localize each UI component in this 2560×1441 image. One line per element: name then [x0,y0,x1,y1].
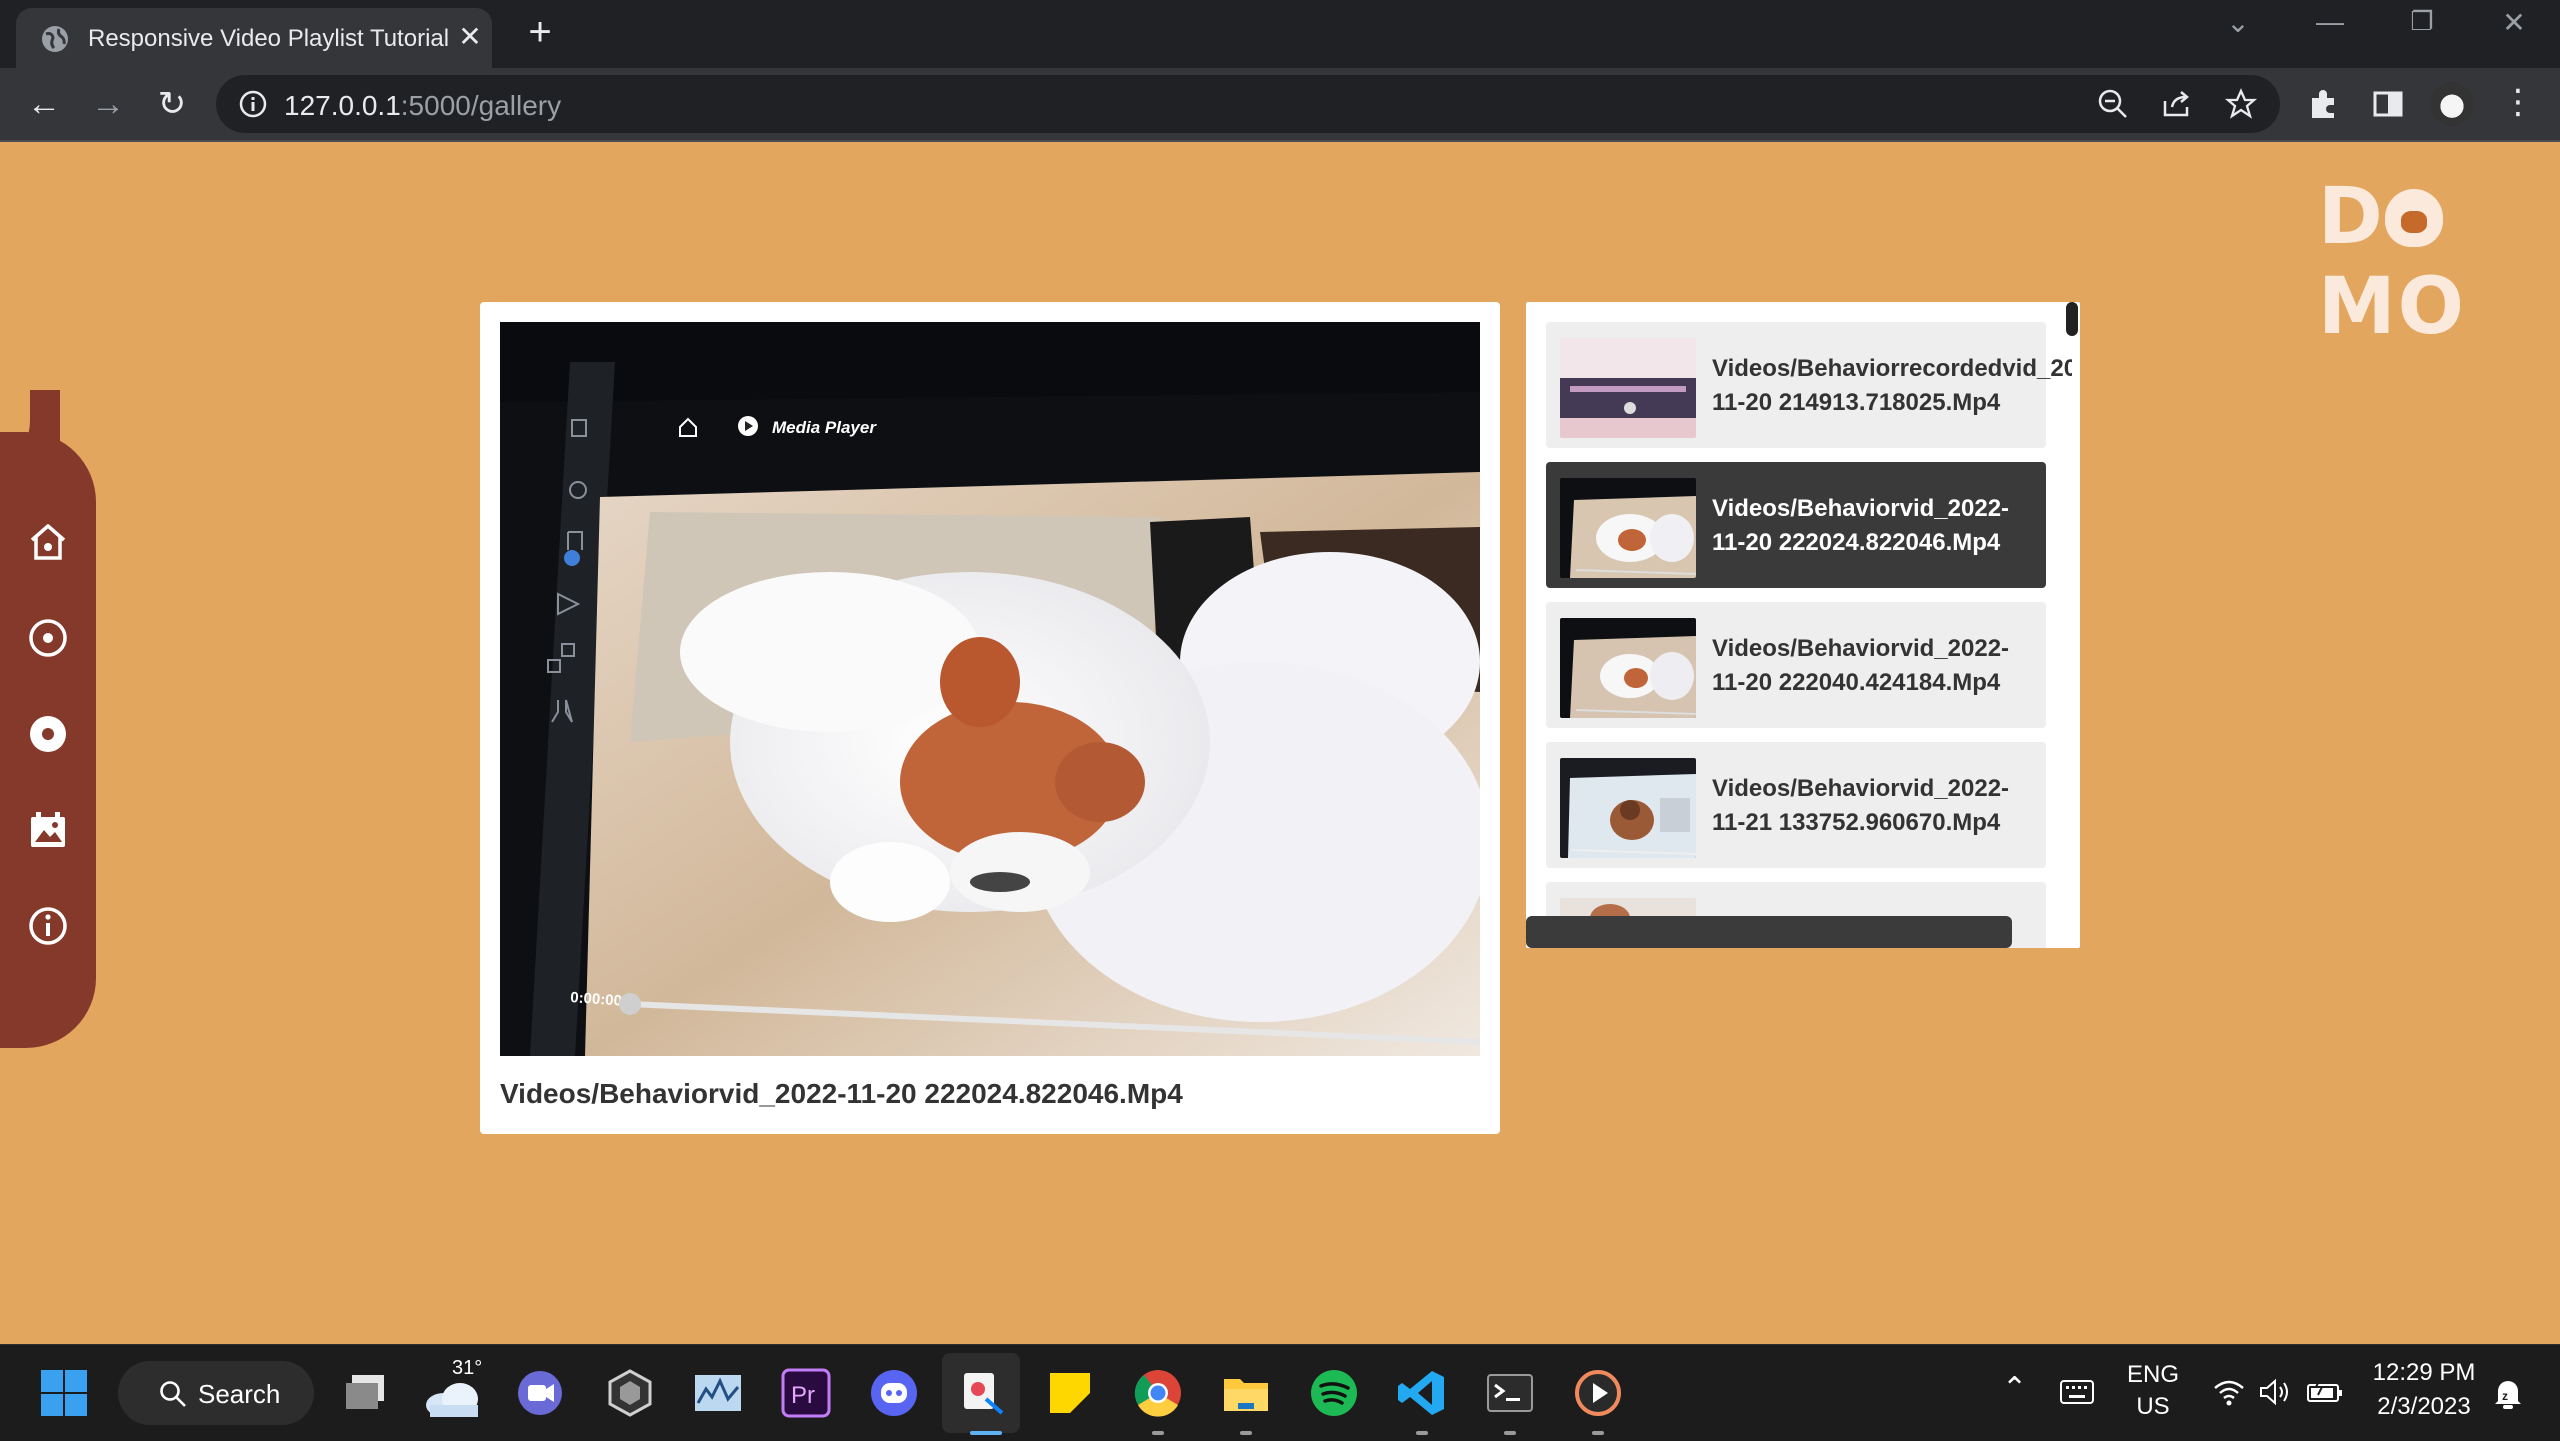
spotify-icon[interactable] [1308,1367,1360,1419]
site-info-icon[interactable] [236,87,270,121]
resource-monitor-icon[interactable] [692,1367,744,1419]
profile-avatar[interactable] [2430,82,2474,126]
side-panel-icon[interactable] [2370,86,2406,122]
playlist-item-title: Videos/Behaviorvid_2022- 11-20 222040.42… [1712,635,2010,696]
svg-text:z: z [2502,1389,2508,1403]
home-icon[interactable] [26,520,70,564]
minimize-button[interactable]: — [2300,6,2360,38]
record-icon[interactable] [26,616,70,660]
tab-search-chevron-icon[interactable]: ⌄ [2208,6,2268,39]
back-button[interactable]: ← [22,82,66,126]
volume-icon[interactable] [2258,1377,2292,1407]
playlist-item[interactable]: Videos/Behaviorvid_2022- 11-21 133752.96… [1546,742,2046,868]
app-running-dot [1592,1431,1604,1435]
windows-taskbar: Search 31° Pr ⌃ ENG US 12:29 PM 2/3/2023… [0,1344,2560,1441]
address-bar[interactable]: 127.0.0.1:5000/gallery [216,75,2280,133]
clock[interactable]: 12:29 PM 2/3/2023 [2364,1359,2484,1429]
playlist-item[interactable]: Videos/Behaviorvid_2022- 11-20 222040.42… [1546,602,2046,728]
overlay-app-title: Media Player [772,418,877,437]
video-frame: Media Player 0:00:00 [500,322,1480,1056]
fox-logo-icon [2384,189,2443,247]
app-running-dot [1504,1431,1516,1435]
battery-charging-icon[interactable] [2306,1377,2344,1407]
app-running-dot [1152,1431,1164,1435]
close-window-button[interactable]: ✕ [2484,6,2544,39]
taskbar-search-label: Search [198,1379,281,1409]
browser-menu-icon[interactable]: ⋮ [2498,82,2538,126]
playlist-panel: Videos/Behaviorrecordedvid_2022- 11-20 2… [1526,302,2080,948]
unity-hub-icon[interactable] [604,1367,656,1419]
video-player-card: Media Player 0:00:00 Videos/Behaviorvid_… [480,302,1500,1134]
sticky-notes-icon[interactable] [1044,1367,1096,1419]
zoom-out-icon[interactable] [2096,87,2130,121]
playlist-horizontal-scrollbar[interactable] [1526,916,2012,948]
record-filled-icon[interactable] [26,712,70,756]
restore-button[interactable]: ❐ [2392,6,2452,37]
show-hidden-icons-chevron[interactable]: ⌃ [2002,1371,2027,1406]
search-icon [160,1381,186,1407]
clock-time: 12:29 PM [2372,1359,2476,1386]
overlay-time: 0:00:00 [570,989,623,1010]
bookmark-star-icon[interactable] [2224,87,2258,121]
discord-icon[interactable] [868,1367,920,1419]
playlist-item[interactable]: Videos/Behaviorvid_2022- 11-20 222024.82… [1546,462,2046,588]
clock-date: 2/3/2023 [2377,1393,2471,1420]
video-player[interactable]: Media Player 0:00:00 [500,322,1480,1056]
media-player-icon[interactable] [1572,1367,1624,1419]
chrome-icon[interactable] [1132,1367,1184,1419]
playlist-item-title: Videos/Behaviorvid_2022- 11-21 133752.96… [1712,775,2010,836]
weather-temp: 31° [452,1357,483,1379]
tab-close-icon[interactable]: ✕ [452,20,488,53]
browser-toolbar: ← → ↻ 127.0.0.1:5000/gallery ⋮ [0,68,2560,142]
browser-titlebar: Responsive Video Playlist Tutorial ✕ + ⌄… [0,0,2560,68]
video-caption: Videos/Behaviorvid_2022-11-20 222024.822… [500,1078,1183,1109]
playlist-thumbnail [1560,618,1696,718]
playlist-item-title: Videos/Behaviorvid_2022- 11-20 222024.82… [1712,495,2010,556]
info-icon[interactable] [26,904,70,948]
playlist-vertical-scrollbar[interactable] [2066,302,2078,336]
playlist-item-title: Videos/Behaviorrecordedvid_2022- 11-20 2… [1712,355,2072,416]
taskbar-search[interactable]: Search [118,1361,314,1425]
new-tab-button[interactable]: + [516,10,564,55]
share-icon[interactable] [2160,87,2194,121]
forward-button[interactable]: → [86,82,130,126]
task-view-icon[interactable] [340,1367,392,1419]
reload-button[interactable]: ↻ [150,82,194,126]
file-explorer-icon[interactable] [1220,1367,1272,1419]
domo-logo: DMO [2318,172,2466,352]
playlist-thumbnail [1560,338,1696,438]
app-running-dot [1240,1431,1252,1435]
teams-chat-icon[interactable] [514,1367,566,1419]
globe-icon [42,26,68,52]
language-indicator[interactable]: ENG US [2120,1361,2186,1427]
playlist-thumbnail [1560,478,1696,578]
browser-tab[interactable]: Responsive Video Playlist Tutorial ✕ [16,8,492,68]
playlist-item[interactable]: Videos/Behaviorrecordedvid_2022- 11-20 2… [1546,322,2072,448]
vscode-icon[interactable] [1396,1367,1448,1419]
premiere-pro-icon[interactable]: Pr [780,1367,832,1419]
terminal-icon[interactable] [1484,1367,1536,1419]
active-app-indicator [970,1431,1002,1435]
extensions-icon[interactable] [2306,86,2342,122]
weather-cloud-icon [426,1383,478,1417]
windows-start-icon[interactable] [38,1367,90,1419]
snipping-tool-icon[interactable] [956,1367,1008,1419]
svg-text:Pr: Pr [791,1382,815,1409]
gallery-icon[interactable] [26,808,70,852]
wifi-icon[interactable] [2212,1377,2246,1407]
playlist-thumbnail [1560,758,1696,858]
url-text: 127.0.0.1:5000/gallery [284,90,562,121]
app-running-dot [1416,1431,1428,1435]
gallery-page: DMO Media Player 0:00:00 Videos/Behavior… [0,142,2560,1344]
notification-bell-icon[interactable]: z [2490,1375,2526,1411]
tab-title: Responsive Video Playlist Tutorial [88,25,448,52]
language-line2: US [2136,1393,2170,1420]
language-line1: ENG [2126,1361,2179,1388]
keyboard-icon[interactable] [2060,1379,2094,1405]
weather-widget[interactable]: 31° [424,1357,494,1429]
sidebar-nav [0,432,96,1048]
